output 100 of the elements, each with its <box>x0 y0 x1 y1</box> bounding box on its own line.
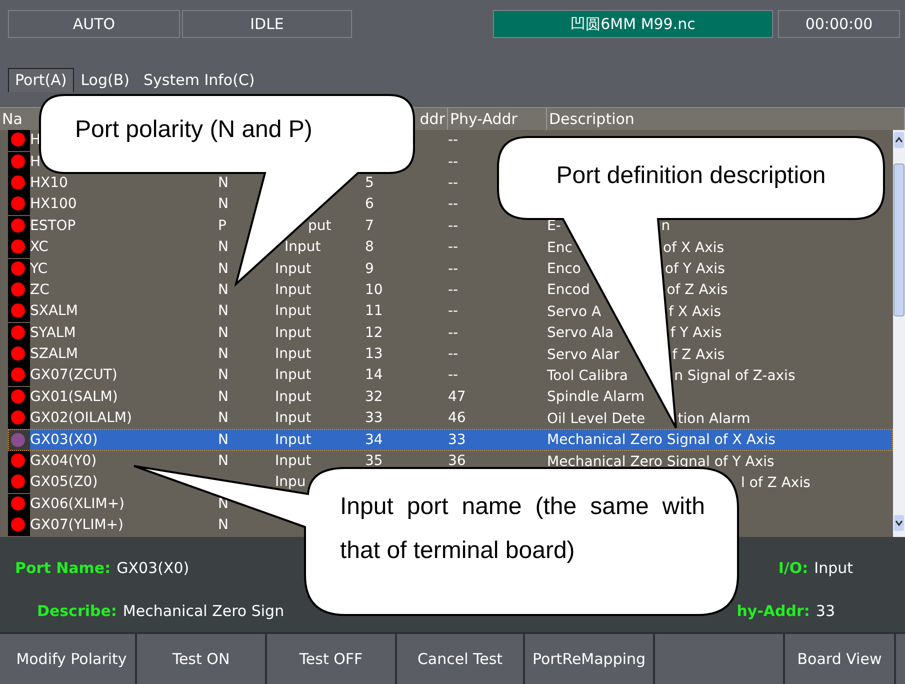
field-value: Mechanical Zero Sign <box>122 602 284 620</box>
address-cell-text: 14 <box>365 366 383 386</box>
phy-address-cell-text: -- <box>448 366 458 386</box>
address-cell-text: 11 <box>365 302 383 322</box>
port-name-cell-text: H <box>30 152 41 172</box>
polarity-cell-text: N <box>218 174 228 193</box>
polarity-cell-text: N <box>218 430 228 450</box>
description-cell-text: Servo Ala <box>547 324 614 344</box>
address-cell-text: 8 <box>365 238 374 258</box>
port-name-cell-text: SXALM <box>30 302 78 322</box>
port-name-cell-text: ESTOP <box>30 216 76 236</box>
port-name-cell-text: GX01(SALM) <box>30 388 118 407</box>
port-name-cell-text: GX06(XLIM+) <box>30 494 125 514</box>
table-row[interactable]: XC N Input 8 -- Enc of X Axis <box>8 236 893 258</box>
polarity-cell-text: P <box>218 216 226 236</box>
phy-address-cell-text: -- <box>448 324 458 343</box>
field-label: I/O: <box>778 559 808 578</box>
table-row[interactable]: SXALM N Input 11 -- Servo A f X Axis <box>8 301 893 323</box>
address-cell-text: 10 <box>365 280 383 300</box>
phy-address-cell-text: 47 <box>448 388 466 407</box>
polarity-cell-text: N <box>218 345 228 364</box>
phy-address-cell-text: -- <box>448 152 458 172</box>
port-name-cell-text: HX10 <box>30 174 68 193</box>
polarity-cell-text: N <box>218 409 228 428</box>
io-type-cell-text: Input <box>275 388 312 407</box>
polarity-cell-text: N <box>218 324 228 343</box>
description-cell-text: n <box>661 217 670 236</box>
field-label: hy-Addr: <box>736 602 810 620</box>
address-cell-text: 7 <box>365 216 374 236</box>
status-indicator: 00:00:00 <box>778 10 900 38</box>
phy-address-cell-text: -- <box>448 345 458 364</box>
io-type-cell-text: put <box>308 216 332 236</box>
io-type-cell-text: Input <box>275 452 312 472</box>
field-label: Port Name: <box>15 559 111 578</box>
port-name-cell-text: GX04(Y0) <box>30 452 97 472</box>
io-type-cell-text: Input <box>284 238 321 258</box>
table-row[interactable]: GX01(SALM) N Input 32 47 Spindle Alarm <box>8 386 893 408</box>
port-name-cell-text: GX07(ZCUT) <box>30 366 118 386</box>
polarity-cell-text: N <box>218 238 228 258</box>
address-cell-text: 5 <box>365 174 374 193</box>
phy-address-cell-text: -- <box>448 174 458 193</box>
phy-address-cell-text: -- <box>448 131 458 150</box>
description-cell-text: f Y Axis <box>670 324 722 344</box>
description-cell-text: of Y Axis <box>664 260 725 280</box>
column-header: Na <box>2 110 22 128</box>
description-cell-text: f Z Axis <box>672 346 725 365</box>
table-row[interactable]: SZALM N Input 13 -- Servo Alar f Z Axis <box>8 344 893 366</box>
description-cell-text: Spindle Alarm <box>547 388 645 408</box>
description-cell-text: Mechanical Zero Signal of Y Axis <box>547 452 774 472</box>
address-cell-text: 35 <box>365 452 383 472</box>
io-type-cell-text: Input <box>275 409 312 428</box>
field-label: Describe: <box>37 602 117 620</box>
field-value: GX03(X0) <box>116 559 190 578</box>
description-cell-text: Mechanical Zero Signal of X Axis <box>547 431 776 450</box>
table-row[interactable]: GX07(ZCUT) N Input 14 -- Tool Calibra n Signal of Z-axis <box>8 365 893 387</box>
address-cell-text: 13 <box>365 345 383 364</box>
address-cell-text: 33 <box>365 409 383 428</box>
description-cell-text: E- <box>547 217 561 236</box>
description-cell-text: f X Axis <box>668 302 722 322</box>
polarity-cell-text: N <box>218 280 228 300</box>
io-type-cell-text: Input <box>275 260 312 279</box>
io-type-cell-text: Inpu <box>275 473 306 492</box>
table-row[interactable]: YC N Input 9 -- Enco of Y Axis <box>8 258 893 280</box>
field-value: 33 <box>816 602 835 620</box>
port-name-cell-text: H <box>30 131 41 150</box>
description-cell-text: of Z Axis <box>666 281 728 300</box>
address-cell-text: 9 <box>365 260 374 279</box>
phy-address-cell-text: -- <box>448 302 458 322</box>
phy-address-cell-text: 33 <box>448 430 466 450</box>
description-cell-text: l of Z Axis <box>741 474 810 493</box>
tab[interactable]: Log(B) <box>74 68 136 93</box>
description-cell-text: tion Alarm <box>678 410 750 429</box>
status-indicator: AUTO <box>8 10 180 38</box>
phy-address-cell-text: -- <box>448 195 458 214</box>
polarity-cell-text: N <box>218 260 228 279</box>
polarity-cell-text: N <box>218 195 228 214</box>
tab[interactable]: Port(A) <box>8 68 74 92</box>
description-cell-text: Servo Alar <box>547 346 620 365</box>
table-row[interactable]: GX02(OILALM) N Input 33 46 Oil Level Dete tion Alarm <box>8 408 893 430</box>
description-cell-text: Servo A <box>547 302 602 322</box>
port-name-cell-text: XC <box>30 238 48 258</box>
polarity-cell-text: N <box>218 452 228 472</box>
description-cell-text: Oil Level Dete <box>547 410 646 429</box>
description-cell-text: n Signal of Z-axis <box>674 366 796 386</box>
polarity-cell-text: N <box>218 388 228 407</box>
port-name-cell-text: GX07(YLIM+) <box>30 516 124 536</box>
phy-address-cell-text: 36 <box>448 452 466 472</box>
tab[interactable]: System Info(C) <box>136 68 262 93</box>
field-value: Input <box>814 559 853 578</box>
port-name-cell-text: ZC <box>30 280 50 300</box>
port-name-cell-text: GX02(OILALM) <box>30 409 132 428</box>
table-row[interactable]: SYALM N Input 12 -- Servo Ala f Y Axis <box>8 322 893 344</box>
polarity-cell-text: N <box>218 366 228 386</box>
table-row[interactable]: ZC N Input 10 -- Encod of Z Axis <box>8 280 893 302</box>
column-header: Description <box>549 110 634 128</box>
table-row[interactable]: GX03(X0) N Input 34 33 Mechanical Zero Signal of X Axis <box>8 429 893 451</box>
io-type-cell-text: Input <box>275 280 312 300</box>
phy-address-cell-text: -- <box>448 280 458 300</box>
io-type-cell-text: Input <box>275 430 312 450</box>
callout-text: Port definition description <box>555 161 827 191</box>
